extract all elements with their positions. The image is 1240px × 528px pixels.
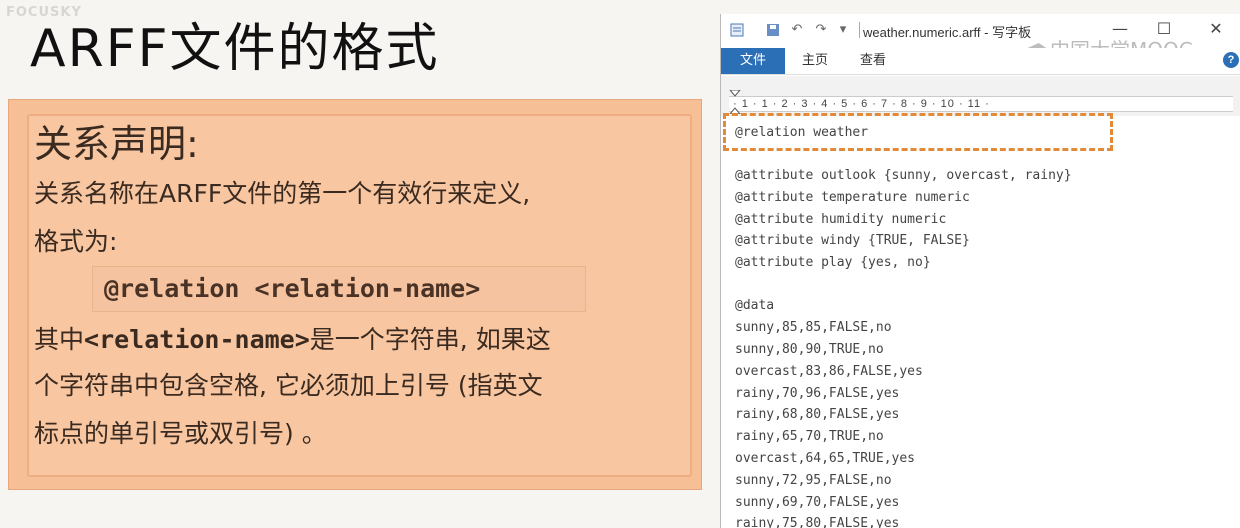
description-line-1: 关系名称在ARFF文件的第一个有效行来定义, <box>34 179 531 208</box>
help-icon[interactable]: ? <box>1223 52 1239 68</box>
description-line-5: 标点的单引号或双引号) 。 <box>34 419 327 448</box>
code-example: @relation <relation-name> <box>104 274 481 303</box>
line3-suffix: 是一个字符串, 如果这 <box>309 325 551 354</box>
close-button[interactable]: ✕ <box>1201 18 1231 40</box>
ruler[interactable]: · 1 · 1 · 2 · 3 · 4 · 5 · 6 · 7 · 8 · 9 … <box>729 96 1233 112</box>
doc-line: sunny,80,90,TRUE,no <box>735 342 884 357</box>
description-line-2: 格式为: <box>34 227 118 256</box>
save-icon[interactable] <box>765 22 781 38</box>
ruler-area: · 1 · 1 · 2 · 3 · 4 · 5 · 6 · 7 · 8 · 9 … <box>721 76 1240 117</box>
doc-line: @attribute outlook {sunny, overcast, rai… <box>735 168 1072 183</box>
ruler-numbers: · 1 · 1 · 2 · 3 · 4 · 5 · 6 · 7 · 8 · 9 … <box>733 98 990 110</box>
doc-line: rainy,68,80,FALSE,yes <box>735 407 900 422</box>
doc-line: rainy,75,80,FALSE,yes <box>735 516 900 528</box>
indent-marker-icon[interactable] <box>729 90 741 114</box>
description-line-4: 个字符串中包含空格, 它必须加上引号 (指英文 <box>34 371 543 400</box>
line3-prefix: 其中 <box>34 325 85 354</box>
document-area[interactable]: @relation weather @attribute outlook {su… <box>721 116 1240 528</box>
doc-line: sunny,85,85,FALSE,no <box>735 320 892 335</box>
wordpad-app-icon[interactable] <box>729 22 745 38</box>
doc-line: @attribute windy {TRUE, FALSE} <box>735 233 970 248</box>
tab-home[interactable]: 主页 <box>789 48 841 74</box>
slide-title: ARFF文件的格式 <box>30 19 440 79</box>
doc-line: sunny,69,70,FALSE,yes <box>735 495 900 510</box>
section-heading: 关系声明: <box>34 122 199 166</box>
doc-line: rainy,65,70,TRUE,no <box>735 429 884 444</box>
line3-code: <relation-name> <box>84 325 310 354</box>
customize-quick-access-icon[interactable]: ▾ <box>835 22 851 38</box>
doc-line: overcast,64,65,TRUE,yes <box>735 451 916 466</box>
description-line-3: 其中<relation-name>是一个字符串, 如果这 <box>34 318 551 362</box>
doc-line: @attribute humidity numeric <box>735 212 947 227</box>
doc-line: rainy,70,96,FALSE,yes <box>735 386 900 401</box>
doc-line: @data <box>735 298 775 313</box>
doc-line: sunny,72,95,FALSE,no <box>735 473 892 488</box>
doc-line: @attribute temperature numeric <box>735 190 970 205</box>
ribbon-tabs: 文件 主页 查看 <box>721 48 1240 75</box>
doc-line: overcast,83,86,FALSE,yes <box>735 364 923 379</box>
doc-line: @attribute play {yes, no} <box>735 255 931 270</box>
window-title: weather.numeric.arff - 写字板 <box>863 25 1032 40</box>
title-separator <box>859 22 860 38</box>
tab-view[interactable]: 查看 <box>847 48 899 74</box>
wordpad-window: ↶ ↷ ▾ weather.numeric.arff - 写字板 — ☐ ✕ 中… <box>720 14 1240 528</box>
relation-highlight-box <box>723 113 1113 151</box>
redo-icon[interactable]: ↷ <box>813 22 829 38</box>
undo-icon[interactable]: ↶ <box>789 22 805 38</box>
tab-file[interactable]: 文件 <box>721 48 785 74</box>
